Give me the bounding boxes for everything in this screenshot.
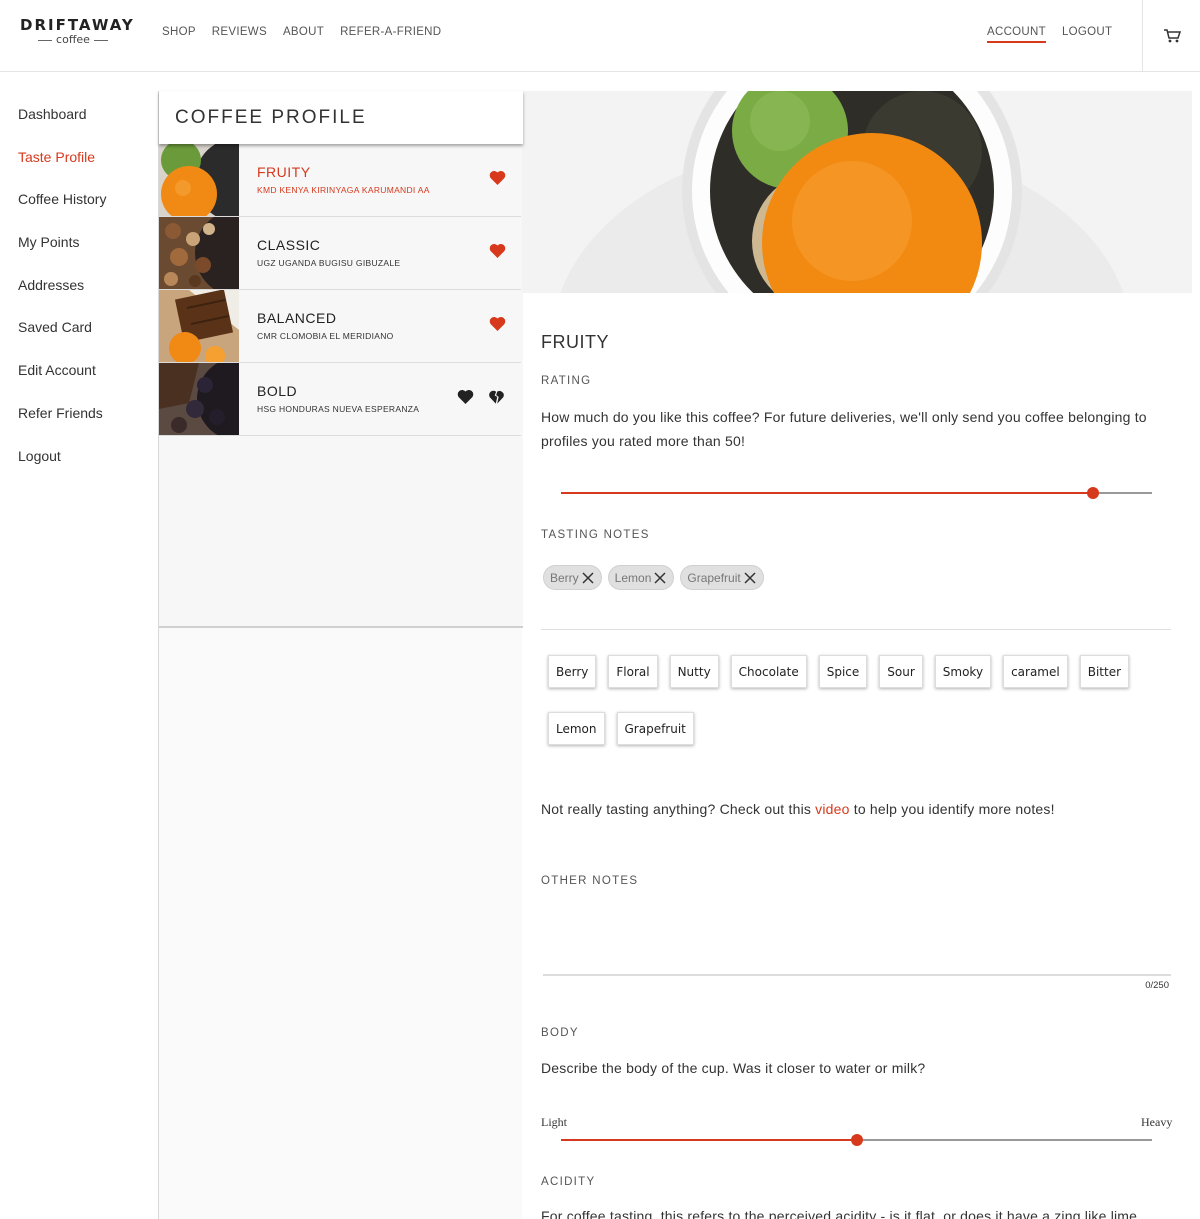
note-option-berry[interactable]: Berry: [548, 655, 597, 688]
logo-wordmark: DRIFTAWAY: [20, 16, 135, 34]
sidebar-item-refer-friends[interactable]: Refer Friends: [18, 403, 148, 446]
other-notes-label: OTHER NOTES: [541, 875, 639, 887]
body-description: Describe the body of the cup. Was it clo…: [541, 1060, 926, 1076]
logo-sub-text: coffee: [56, 33, 90, 46]
note-chip: Berry: [543, 565, 602, 590]
acidity-label: ACIDITY: [541, 1176, 596, 1188]
profile-detail: FRUITY RATING How much do you like this …: [522, 91, 1200, 1219]
profile-row-classic[interactable]: CLASSIC UGZ UGANDA BUGISU GIBUZALE: [159, 217, 521, 290]
sidebar-item-coffee-history[interactable]: Coffee History: [18, 189, 148, 232]
note-option-nutty[interactable]: Nutty: [669, 655, 719, 688]
profile-row-bold[interactable]: BOLD HSG HONDURAS NUEVA ESPERANZA: [159, 363, 521, 436]
account-sidebar: Dashboard Taste Profile Coffee History M…: [18, 104, 148, 488]
close-icon[interactable]: [653, 571, 667, 585]
help-text-after: to help you identify more notes!: [849, 801, 1055, 817]
sidebar-item-saved-card[interactable]: Saved Card: [18, 317, 148, 360]
note-option-caramel[interactable]: caramel: [1003, 655, 1068, 688]
slider-fill: [561, 492, 1093, 494]
profile-coffee: HSG HONDURAS NUEVA ESPERANZA: [257, 404, 420, 414]
sidebar-item-dashboard[interactable]: Dashboard: [18, 104, 148, 147]
note-option-lemon[interactable]: Lemon: [548, 712, 605, 745]
video-link[interactable]: video: [815, 801, 849, 817]
help-text-before: Not really tasting anything? Check out t…: [541, 801, 816, 817]
nav-account[interactable]: ACCOUNT: [987, 26, 1046, 43]
fruity-hero-image: [522, 91, 1192, 293]
logo-subtitle: coffee: [20, 34, 126, 46]
bold-image: [159, 363, 239, 435]
heart-icon[interactable]: [489, 170, 506, 185]
rating-slider[interactable]: [561, 486, 1152, 500]
body-low-label: Light: [541, 1115, 567, 1129]
nav-logout[interactable]: LOGOUT: [1062, 26, 1112, 43]
heart-icon[interactable]: [489, 316, 506, 331]
sidebar-item-my-points[interactable]: My Points: [18, 232, 148, 275]
note-chip: Grapefruit: [680, 565, 764, 590]
body-slider[interactable]: [561, 1133, 1152, 1147]
rating-buttons: [457, 389, 505, 404]
note-option-spice[interactable]: Spice: [818, 655, 868, 688]
detail-title: FRUITY: [541, 332, 609, 352]
body-high-label: Heavy: [1141, 1115, 1173, 1129]
profile-coffee: CMR CLOMOBIA EL MERIDIANO: [257, 331, 394, 341]
chip-label: Lemon: [614, 570, 652, 585]
coffee-profile-header: COFFEE PROFILE: [159, 91, 523, 144]
profile-row-balanced[interactable]: BALANCED CMR CLOMOBIA EL MERIDIANO: [159, 290, 521, 363]
nav-reviews[interactable]: REVIEWS: [212, 26, 267, 38]
cart-button[interactable]: [1142, 0, 1200, 72]
profile-name: FRUITY: [257, 164, 311, 180]
body-label: BODY: [541, 1027, 579, 1039]
nav-shop[interactable]: SHOP: [162, 26, 196, 38]
broken-heart-icon[interactable]: [488, 389, 505, 404]
note-chip: Lemon: [607, 565, 675, 590]
nav-about[interactable]: ABOUT: [283, 26, 324, 38]
acidity-description: For coffee tasting, this refers to the p…: [541, 1208, 1138, 1219]
close-icon[interactable]: [581, 571, 595, 585]
rating-label: RATING: [541, 375, 592, 387]
classic-image: [159, 217, 239, 289]
rating-description: How much do you like this coffee? For fu…: [541, 409, 1147, 449]
notes-divider: [541, 629, 1171, 630]
note-option-sour[interactable]: Sour: [879, 655, 923, 688]
profile-row-fruity[interactable]: FRUITY KMD KENYA KIRINYAGA KARUMANDI AA: [159, 144, 521, 217]
slider-fill: [561, 1139, 857, 1141]
slider-thumb[interactable]: [1086, 487, 1099, 499]
other-notes-input[interactable]: [543, 974, 1171, 976]
profile-name: BALANCED: [257, 310, 337, 326]
balanced-image: [159, 290, 239, 362]
note-options: Berry Floral Nutty Chocolate Spice Sour …: [548, 655, 1138, 745]
note-option-grapefruit[interactable]: Grapefruit: [616, 712, 694, 745]
coffee-profile-title: COFFEE PROFILE: [175, 106, 367, 128]
selected-notes: Berry Lemon Grapefruit: [543, 565, 764, 590]
note-option-floral[interactable]: Floral: [608, 655, 658, 688]
profile-name: BOLD: [257, 383, 298, 399]
main-nav: SHOP REVIEWS ABOUT REFER-A-FRIEND: [162, 26, 441, 38]
profile-coffee: KMD KENYA KIRINYAGA KARUMANDI AA: [257, 185, 430, 195]
profile-column: COFFEE PROFILE FRUITY KMD KENYA KIRINYAG…: [158, 91, 523, 1219]
chip-label: Berry: [550, 570, 579, 585]
sidebar-item-logout[interactable]: Logout: [18, 446, 148, 489]
chip-label: Grapefruit: [687, 570, 741, 585]
cart-icon: [1163, 29, 1181, 43]
heart-icon[interactable]: [489, 243, 506, 258]
sidebar-item-edit-account[interactable]: Edit Account: [18, 360, 148, 403]
note-option-smoky[interactable]: Smoky: [934, 655, 992, 688]
site-header: DRIFTAWAY coffee SHOP REVIEWS ABOUT REFE…: [0, 0, 1200, 72]
profile-name: CLASSIC: [257, 237, 321, 253]
driftaway-logo[interactable]: DRIFTAWAY coffee: [20, 16, 135, 46]
account-nav: ACCOUNT LOGOUT: [987, 26, 1112, 43]
coffee-profile-panel: COFFEE PROFILE FRUITY KMD KENYA KIRINYAG…: [159, 91, 523, 628]
help-text: Not really tasting anything? Check out t…: [541, 797, 1173, 821]
tasting-notes-label: TASTING NOTES: [541, 529, 650, 541]
char-counter: 0/250: [1145, 980, 1169, 991]
note-option-chocolate[interactable]: Chocolate: [730, 655, 807, 688]
sidebar-item-taste-profile[interactable]: Taste Profile: [18, 147, 148, 190]
note-option-bitter[interactable]: Bitter: [1079, 655, 1130, 688]
close-icon[interactable]: [743, 571, 757, 585]
fruity-image: [159, 144, 239, 216]
sidebar-item-addresses[interactable]: Addresses: [18, 275, 148, 318]
heart-icon[interactable]: [457, 389, 474, 404]
slider-thumb[interactable]: [850, 1134, 863, 1146]
profile-coffee: UGZ UGANDA BUGISU GIBUZALE: [257, 258, 401, 268]
nav-refer-a-friend[interactable]: REFER-A-FRIEND: [340, 26, 441, 38]
